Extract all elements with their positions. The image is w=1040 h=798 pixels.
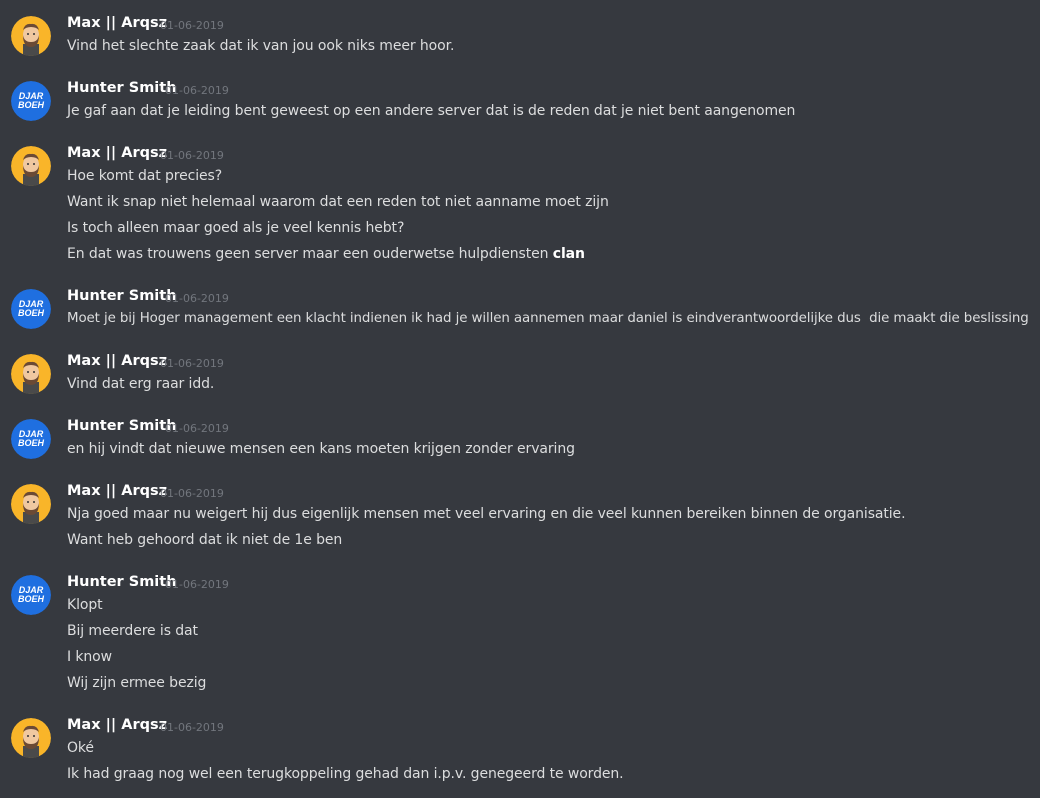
username[interactable]: Hunter Smith — [67, 574, 177, 590]
avatar[interactable]: DJAR BOEH — [11, 81, 51, 121]
djarboeh-logo-avatar-icon: DJAR BOEH — [11, 81, 51, 121]
djarboeh-logo-avatar-icon: DJAR BOEH — [11, 289, 51, 329]
bearded-man-avatar-icon — [11, 354, 51, 394]
message-text: Vind het slechte zaak dat ik van jou ook… — [67, 38, 455, 54]
timestamp: 01-06-2019 — [160, 357, 224, 370]
message-text-segment: En dat was trouwens geen server maar een… — [67, 246, 553, 262]
username[interactable]: Max || Arqsz — [67, 145, 167, 161]
avatar-logo-text: BOEH — [18, 100, 45, 110]
avatar-logo-text: BOEH — [18, 594, 45, 604]
message-text: Nja goed maar nu weigert hij dus eigenli… — [67, 506, 906, 522]
avatar[interactable] — [11, 484, 51, 524]
avatar[interactable]: DJAR BOEH — [11, 419, 51, 459]
timestamp: 01-06-2019 — [165, 84, 229, 97]
username[interactable]: Hunter Smith — [67, 288, 177, 304]
timestamp: 01-06-2019 — [160, 19, 224, 32]
avatar[interactable] — [11, 354, 51, 394]
timestamp: 01-06-2019 — [160, 721, 224, 734]
message-text: Wij zijn ermee bezig — [67, 675, 207, 691]
timestamp: 01-06-2019 — [165, 422, 229, 435]
username[interactable]: Max || Arqsz — [67, 15, 167, 31]
username[interactable]: Max || Arqsz — [67, 717, 167, 733]
message-text: Je gaf aan dat je leiding bent geweest o… — [67, 103, 796, 119]
avatar[interactable] — [11, 146, 51, 186]
message-text: Oké — [67, 740, 94, 756]
timestamp: 01-06-2019 — [165, 292, 229, 305]
message-text: Vind dat erg raar idd. — [67, 376, 215, 392]
message-bold-text: clan — [552, 246, 585, 262]
avatar[interactable] — [11, 16, 51, 56]
bearded-man-avatar-icon — [11, 484, 51, 524]
message-text: En dat was trouwens geen server maar een… — [67, 246, 585, 262]
avatar-logo-text: BOEH — [18, 308, 45, 318]
message-text: Hoe komt dat precies? — [67, 168, 223, 184]
message-text: Bij meerdere is dat — [67, 623, 198, 639]
avatar[interactable]: DJAR BOEH — [11, 289, 51, 329]
username[interactable]: Hunter Smith — [67, 80, 177, 96]
bearded-man-avatar-icon — [11, 16, 51, 56]
chat-message-list[interactable]: Max || Arqsz 01-06-2019 Vind het slechte… — [0, 0, 1040, 798]
message-text: Klopt — [67, 597, 103, 613]
avatar[interactable]: DJAR BOEH — [11, 575, 51, 615]
avatar-logo-text: BOEH — [18, 438, 45, 448]
message-text: Moet je bij Hoger management een klacht … — [67, 311, 1029, 326]
username[interactable]: Max || Arqsz — [67, 353, 167, 369]
message-text: Ik had graag nog wel een terugkoppeling … — [67, 766, 624, 782]
bearded-man-avatar-icon — [11, 146, 51, 186]
bearded-man-avatar-icon — [11, 718, 51, 758]
djarboeh-logo-avatar-icon: DJAR BOEH — [11, 419, 51, 459]
message-text: Want ik snap niet helemaal waarom dat ee… — [67, 194, 609, 210]
message-text: Is toch alleen maar goed als je veel ken… — [67, 220, 405, 236]
message-text: Want heb gehoord dat ik niet de 1e ben — [67, 532, 343, 548]
message-text: I know — [67, 649, 112, 665]
timestamp: 01-06-2019 — [160, 487, 224, 500]
message-text: en hij vindt dat nieuwe mensen een kans … — [67, 441, 575, 457]
timestamp: 01-06-2019 — [165, 578, 229, 591]
djarboeh-logo-avatar-icon: DJAR BOEH — [11, 575, 51, 615]
avatar[interactable] — [11, 718, 51, 758]
username[interactable]: Hunter Smith — [67, 418, 177, 434]
username[interactable]: Max || Arqsz — [67, 483, 167, 499]
timestamp: 01-06-2019 — [160, 149, 224, 162]
